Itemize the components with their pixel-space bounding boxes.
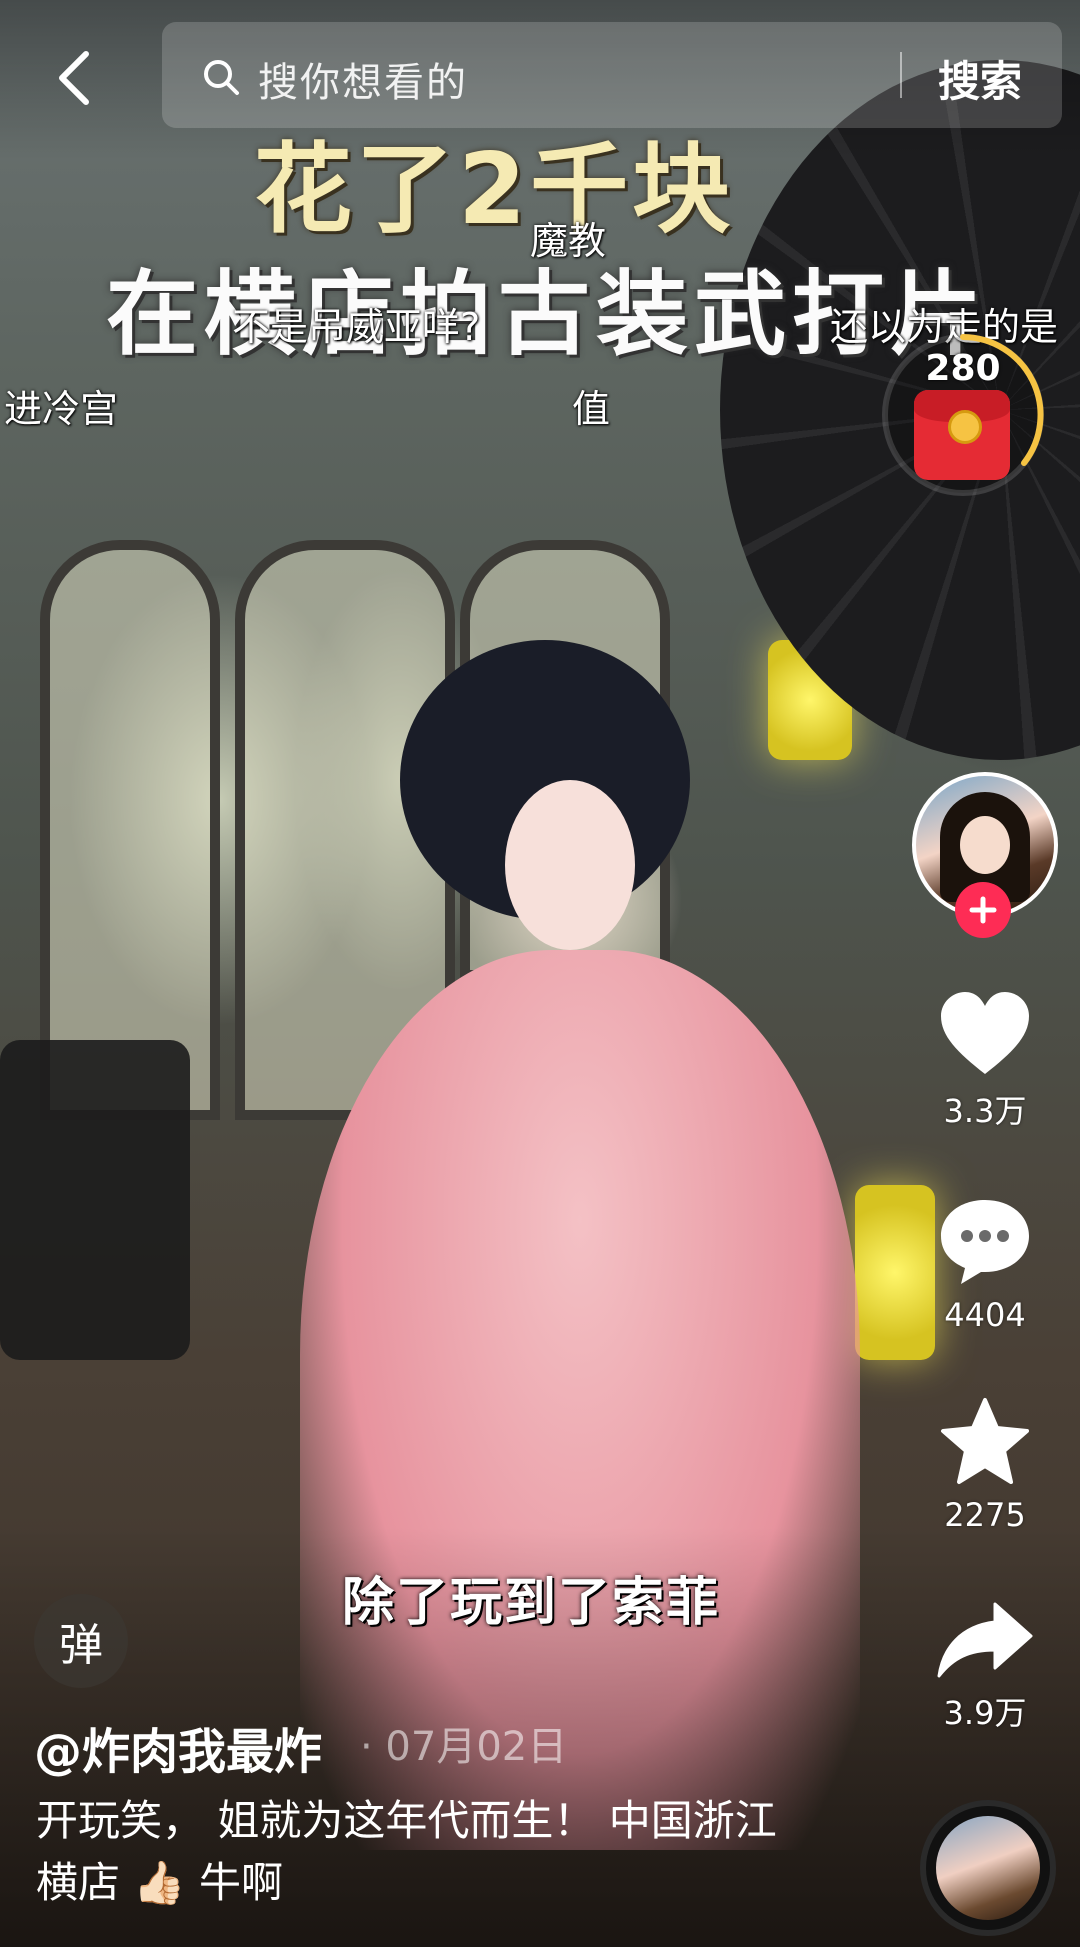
music-disc[interactable] <box>920 1800 1056 1936</box>
video-player[interactable]: 搜你想看的 搜索 花了2千块 在横店拍古装武打片 魔教 不是吊威亚咩? 还以为走… <box>0 0 1080 1947</box>
favorite-count: 2275 <box>944 1496 1026 1534</box>
red-packet-widget[interactable]: 280 <box>878 330 1048 500</box>
video-title-line1: 花了2千块 <box>254 133 735 247</box>
danmaku-comment: 进冷宫 <box>4 387 119 431</box>
window-panel <box>40 540 220 1120</box>
share-button[interactable]: 3.9万 <box>920 1600 1050 1734</box>
back-button[interactable] <box>46 46 102 110</box>
danmaku-comment: 值 <box>572 387 611 431</box>
comment-button[interactable]: 4404 <box>920 1196 1050 1334</box>
search-button[interactable]: 搜索 <box>938 48 1022 109</box>
search-icon <box>204 60 239 95</box>
danmaku-toggle-button[interactable]: 弹 <box>34 1594 128 1688</box>
danmaku-comment: 不是吊威亚咩? <box>232 305 481 349</box>
author-name[interactable]: @炸肉我最炸 <box>34 1712 322 1782</box>
danmaku-toggle-label: 弹 <box>59 1620 103 1671</box>
search-input[interactable]: 搜你想看的 <box>258 50 468 108</box>
chevron-left-icon <box>59 51 89 105</box>
camera-rig <box>0 1040 190 1360</box>
danmaku-comment: 魔教 <box>530 219 607 263</box>
comment-count: 4404 <box>944 1296 1026 1334</box>
plus-icon <box>969 896 997 924</box>
comment-bubble-icon <box>941 1200 1029 1284</box>
favorite-button[interactable]: 2275 <box>920 1396 1050 1534</box>
post-description: 开玩笑， 姐就为这年代而生！ 中国浙江横店 👍🏻 牛啊 <box>36 1796 777 1907</box>
like-button[interactable]: 3.3万 <box>920 990 1050 1132</box>
share-count: 3.9万 <box>943 1694 1027 1732</box>
heart-icon <box>941 992 1029 1074</box>
red-packet-count: 280 <box>925 348 1001 389</box>
performer-face <box>505 780 635 950</box>
like-count: 3.3万 <box>943 1092 1027 1130</box>
video-subtitle: 除了玩到了索菲 <box>342 1573 721 1633</box>
coin-icon <box>948 410 982 444</box>
red-envelope-icon <box>914 390 1010 480</box>
share-arrow-icon <box>937 1602 1033 1678</box>
post-date: · 07月02日 <box>360 1724 568 1770</box>
follow-button[interactable] <box>955 882 1011 938</box>
star-icon <box>941 1398 1029 1484</box>
music-cover <box>936 1816 1040 1920</box>
search-divider <box>900 52 902 98</box>
avatar-face <box>960 816 1010 874</box>
